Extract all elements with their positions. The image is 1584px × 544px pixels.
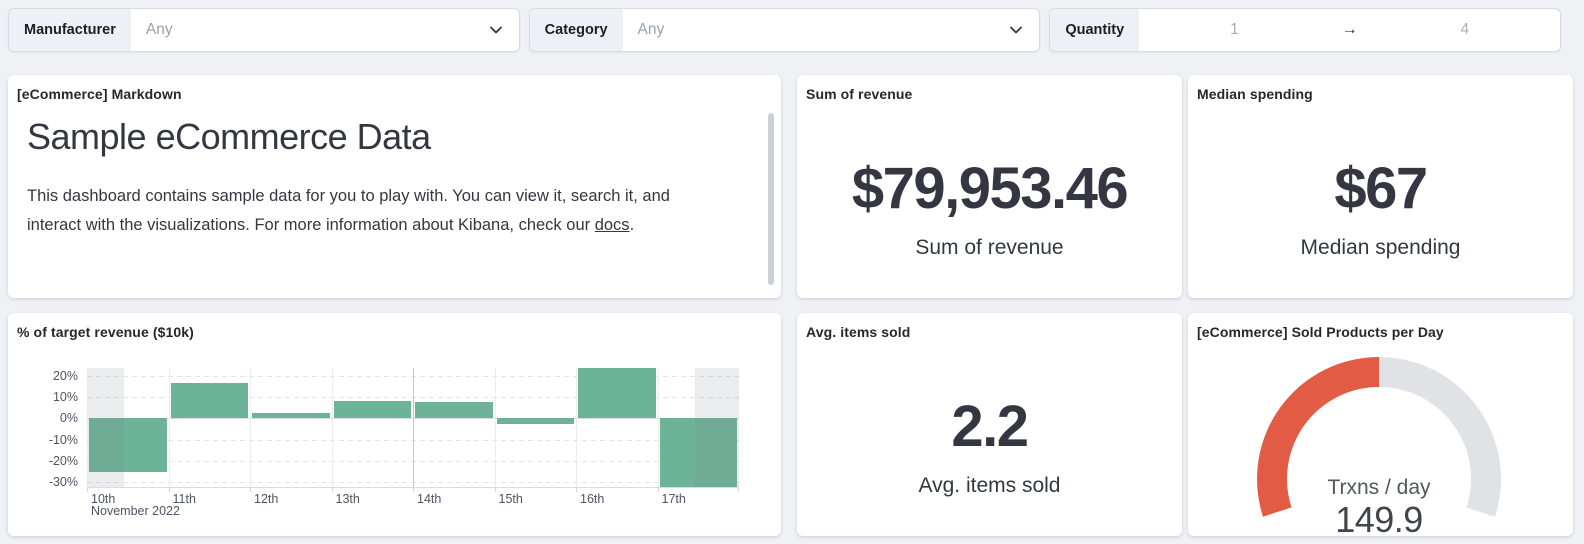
sum-of-revenue-value: $79,953.46 bbox=[852, 160, 1127, 218]
panel-title: [eCommerce] Sold Products per Day bbox=[1188, 313, 1573, 340]
panel-title: Avg. items sold bbox=[797, 313, 1182, 340]
x-axis-tick-mark bbox=[495, 487, 496, 492]
category-filter-value[interactable]: Any bbox=[623, 21, 1009, 39]
filter-bar: Manufacturer Any Category Any Quantity 1… bbox=[8, 8, 1561, 52]
target-revenue-chart-panel: % of target revenue ($10k) 20%10%0%-10%-… bbox=[8, 313, 781, 536]
x-axis-tick-mark bbox=[738, 487, 739, 492]
panel-title: Median spending bbox=[1188, 75, 1573, 102]
y-axis-tick-label: -20% bbox=[49, 454, 78, 468]
quantity-to-input[interactable]: 4 bbox=[1370, 21, 1560, 39]
median-spending-value: $67 bbox=[1334, 160, 1426, 218]
panel-title: Sum of revenue bbox=[797, 75, 1182, 102]
gauge-chart[interactable]: Trxns / day 149.9 bbox=[1188, 344, 1573, 536]
chevron-down-icon bbox=[1008, 22, 1024, 38]
avg-items-sold-value: 2.2 bbox=[951, 398, 1027, 456]
gridline-vertical bbox=[576, 368, 577, 487]
x-axis-tick-mark bbox=[658, 487, 659, 492]
panel-title: [eCommerce] Markdown bbox=[8, 75, 781, 102]
scrollbar-thumb[interactable] bbox=[768, 113, 774, 285]
markdown-paragraph: This dashboard contains sample data for … bbox=[27, 182, 707, 239]
x-axis-month-label: November 2022 bbox=[91, 504, 180, 518]
y-axis-tick-label: -30% bbox=[49, 475, 78, 489]
x-axis-tick-mark bbox=[87, 487, 88, 492]
gridline-vertical bbox=[658, 368, 659, 487]
bar-16th[interactable] bbox=[578, 368, 656, 418]
partial-data-band bbox=[695, 368, 739, 487]
y-axis-tick-label: 10% bbox=[53, 390, 78, 404]
gridline-vertical bbox=[495, 368, 496, 487]
avg-items-sold-panel: Avg. items sold 2.2 Avg. items sold bbox=[797, 313, 1182, 536]
gauge-metric-value: 149.9 bbox=[1279, 499, 1479, 541]
bar-12th[interactable] bbox=[252, 413, 330, 418]
gridline-vertical bbox=[169, 368, 170, 487]
arrow-right-icon: → bbox=[1330, 21, 1370, 39]
x-axis-tick-label: 13th bbox=[336, 492, 360, 506]
sum-of-revenue-label: Sum of revenue bbox=[915, 236, 1063, 260]
x-axis-tick-label: 17th bbox=[662, 492, 686, 506]
markdown-text: . bbox=[630, 216, 635, 234]
x-axis-tick-mark bbox=[332, 487, 333, 492]
x-axis-tick-label: 12th bbox=[254, 492, 278, 506]
manufacturer-filter-label: Manufacturer bbox=[9, 9, 131, 51]
x-axis-tick-label: 15th bbox=[499, 492, 523, 506]
panel-title: % of target revenue ($10k) bbox=[8, 313, 781, 340]
x-axis-tick-mark bbox=[413, 487, 414, 492]
x-axis-tick-label: 14th bbox=[417, 492, 441, 506]
x-axis-tick-label: 16th bbox=[580, 492, 604, 506]
bar-15th[interactable] bbox=[497, 418, 575, 423]
sum-of-revenue-panel: Sum of revenue $79,953.46 Sum of revenue bbox=[797, 75, 1182, 298]
x-axis-tick-mark bbox=[576, 487, 577, 492]
gauge-metric-label: Trxns / day bbox=[1279, 476, 1479, 500]
category-filter-label: Category bbox=[530, 9, 623, 51]
x-axis-tick-mark bbox=[169, 487, 170, 492]
y-axis-tick-label: 0% bbox=[60, 411, 78, 425]
median-spending-panel: Median spending $67 Median spending bbox=[1188, 75, 1573, 298]
markdown-heading: Sample eCommerce Data bbox=[27, 116, 745, 158]
chevron-down-icon bbox=[488, 22, 504, 38]
markdown-text: This dashboard contains sample data for … bbox=[27, 187, 670, 234]
markdown-panel: [eCommerce] Markdown Sample eCommerce Da… bbox=[8, 75, 781, 298]
sold-products-gauge-panel: [eCommerce] Sold Products per Day Trxns … bbox=[1188, 313, 1573, 536]
y-axis-tick-label: 20% bbox=[53, 369, 78, 383]
y-axis-tick-label: -10% bbox=[49, 433, 78, 447]
gridline-vertical bbox=[413, 368, 414, 487]
category-filter[interactable]: Category Any bbox=[529, 8, 1041, 52]
median-spending-label: Median spending bbox=[1301, 236, 1461, 260]
bar-chart[interactable]: 20%10%0%-10%-20%-30%10th11th12th13th14th… bbox=[87, 368, 739, 487]
manufacturer-filter-value[interactable]: Any bbox=[131, 21, 488, 39]
quantity-from-input[interactable]: 1 bbox=[1139, 21, 1329, 39]
x-axis-tick-mark bbox=[250, 487, 251, 492]
gridline-vertical bbox=[332, 368, 333, 487]
bar-14th[interactable] bbox=[415, 402, 493, 419]
docs-link[interactable]: docs bbox=[595, 216, 630, 234]
manufacturer-filter[interactable]: Manufacturer Any bbox=[8, 8, 520, 52]
avg-items-sold-label: Avg. items sold bbox=[918, 474, 1060, 498]
quantity-filter[interactable]: Quantity 1 → 4 bbox=[1049, 8, 1561, 52]
partial-data-band bbox=[87, 368, 124, 487]
bar-11th[interactable] bbox=[171, 383, 249, 418]
bar-13th[interactable] bbox=[334, 401, 412, 418]
gridline-vertical bbox=[250, 368, 251, 487]
quantity-filter-label: Quantity bbox=[1050, 9, 1139, 51]
